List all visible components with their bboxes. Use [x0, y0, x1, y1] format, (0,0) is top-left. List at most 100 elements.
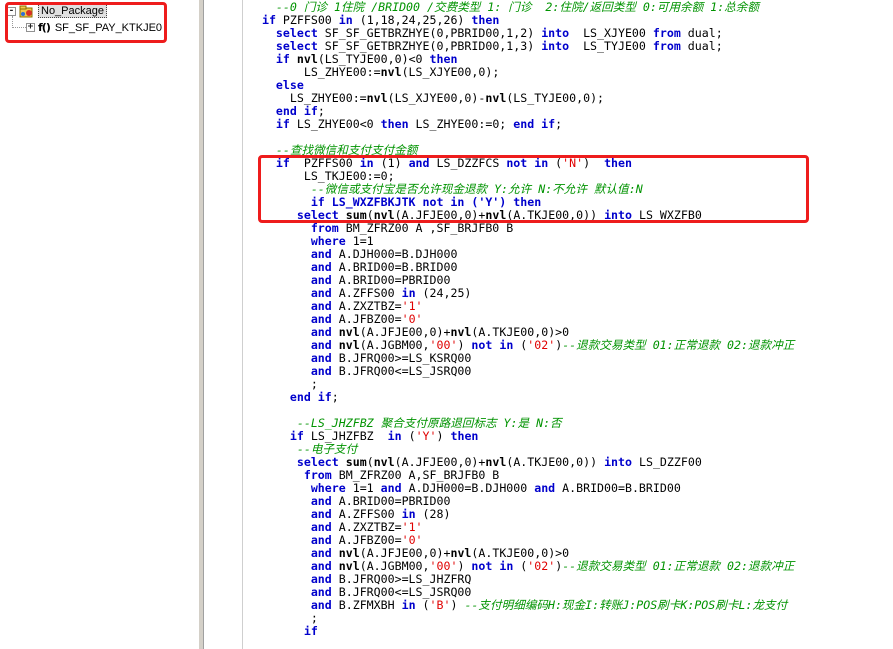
code-token: nvl: [450, 546, 472, 560]
code-token: nvl: [380, 65, 402, 79]
code-token: LS_TYJE00: [569, 39, 653, 53]
code-token: select: [275, 39, 318, 53]
code-token: (24,25): [415, 286, 472, 300]
code-token: '00': [429, 559, 458, 573]
code-editor[interactable]: --0 门诊 1住院 /BRID00 /交费类型 1: 门诊 2:住院/返回类型…: [203, 0, 893, 649]
code-token: in: [387, 429, 402, 443]
code-token: in: [338, 13, 353, 27]
code-line[interactable]: and B.ZFMXBH in ('B') --支付明细编码H:现金I:转账J:…: [248, 599, 893, 612]
object-tree: - No_Package + f() SF_SF_PAY_KTKJE0: [0, 0, 200, 649]
code-token: and: [534, 481, 556, 495]
code-token: if: [289, 429, 304, 443]
code-token: BM_ZFRZ00 A ,SF_BRJFB0 B: [338, 221, 514, 235]
code-token: (A.JGBM00,: [359, 338, 430, 352]
code-token: and: [310, 338, 332, 352]
code-token: and: [310, 598, 332, 612]
code-token: where: [310, 234, 346, 248]
code-token: (LS_TYJE00,0)<0: [317, 52, 430, 66]
code-token: end if: [513, 117, 556, 131]
code-line[interactable]: LS_ZHYE00:=nvl(LS_XJYE00,0)-nvl(LS_TYJE0…: [248, 92, 893, 105]
code-token: ): [457, 338, 472, 352]
code-token: else: [275, 78, 304, 92]
code-token: (1,18,24,25,26): [352, 13, 472, 27]
code-token: A.JFBZ00=: [331, 533, 402, 547]
code-token: into: [604, 455, 632, 469]
code-token: and: [310, 351, 332, 365]
code-token: 'Y': [415, 429, 437, 443]
code-token: SF_SF_GETBRZHYE(0,PBRID00,1,3): [317, 39, 542, 53]
code-token: and: [310, 273, 332, 287]
code-token: --电子支付: [296, 442, 358, 456]
code-token: A.DJH000=B.DJH000: [331, 247, 458, 261]
code-token: BM_ZFRZ00 A,SF_BRJFB0 B: [331, 468, 500, 482]
code-token: and: [310, 286, 332, 300]
code-token: then: [429, 52, 458, 66]
code-token: (A.TKJE00,0)>0: [471, 325, 570, 339]
code-token: in: [401, 286, 416, 300]
code-token: LS_XJYE00: [569, 26, 653, 40]
code-token: (: [366, 455, 374, 469]
code-token: and: [310, 494, 332, 508]
code-token: nvl: [450, 325, 472, 339]
code-line[interactable]: ;: [248, 612, 893, 625]
code-token: A.ZXZTBZ=: [331, 520, 402, 534]
code-line[interactable]: if: [248, 625, 893, 638]
code-area[interactable]: --0 门诊 1住院 /BRID00 /交费类型 1: 门诊 2:住院/返回类型…: [248, 1, 893, 646]
code-line[interactable]: and B.JFRQ00<=LS_JSRQ00: [248, 365, 893, 378]
code-token: and: [380, 481, 402, 495]
code-token: A.BRID00=PBRID00: [331, 494, 451, 508]
code-line[interactable]: ;: [248, 378, 893, 391]
code-token: ;: [248, 611, 318, 625]
code-token: and: [310, 507, 332, 521]
code-token: LS_DZZF00: [632, 455, 702, 469]
code-token: then: [450, 429, 479, 443]
code-token: B.ZFMXBH: [331, 598, 402, 612]
code-token: (: [513, 338, 528, 352]
code-token: LS_JHZFBZ: [303, 429, 388, 443]
code-token: --退款交易类型 01:正常退款 02:退款冲正: [562, 338, 795, 352]
code-token: select: [296, 455, 339, 469]
code-token: --支付明细编码H:现金I:转账J:POS刷卡K:POS刷卡L:龙支付: [464, 598, 788, 612]
code-token: 1=1: [345, 234, 374, 248]
code-token: (28): [415, 507, 451, 521]
code-token: '0': [401, 312, 423, 326]
code-token: then: [471, 13, 500, 27]
highlight-box-tree: [5, 2, 167, 43]
code-token: and: [310, 325, 332, 339]
code-token: (LS_XJYE00,0);: [401, 65, 500, 79]
code-line[interactable]: end if;: [248, 391, 893, 404]
code-token: end if: [275, 104, 318, 118]
code-token: nvl: [373, 455, 395, 469]
code-token: A.BRID00=B.BRID00: [331, 260, 458, 274]
code-token: LS_ZHYE00:=0;: [408, 117, 514, 131]
code-token: then: [380, 117, 409, 131]
code-line[interactable]: LS_ZHYE00:=nvl(LS_XJYE00,0);: [248, 66, 893, 79]
code-token: '0': [401, 533, 423, 547]
code-token: not in: [471, 559, 514, 573]
code-token: A.ZFFS00: [331, 286, 402, 300]
code-line[interactable]: if LS_ZHYE00<0 then LS_ZHYE00:=0; end if…: [248, 118, 893, 131]
